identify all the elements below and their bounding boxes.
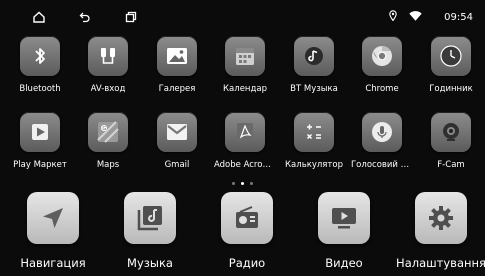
dock-label: Налаштування [396, 256, 485, 270]
app-label: Maps [96, 160, 120, 170]
app-f-cam[interactable]: F-Cam [421, 112, 481, 184]
app-gmail[interactable]: Gmail [147, 112, 207, 184]
dock-label: Радио [228, 256, 266, 270]
play-store-icon [20, 112, 60, 152]
app-voice-search[interactable]: Голосовий пошук [351, 112, 413, 184]
back-icon[interactable] [76, 8, 94, 26]
dock-label: Музыка [127, 256, 173, 270]
maps-icon: G [88, 112, 128, 152]
recent-apps-icon[interactable] [122, 8, 140, 26]
bt-music-icon [294, 36, 334, 76]
app-maps[interactable]: G Maps [78, 112, 138, 184]
page-dot[interactable] [232, 182, 235, 185]
app-clock[interactable]: Годинник [421, 36, 481, 108]
dock-music[interactable]: Музыка [107, 192, 193, 276]
app-av-input[interactable]: AV-вход [78, 36, 138, 108]
calculator-icon [294, 112, 334, 152]
camera-icon [431, 112, 471, 152]
app-label: F-Cam [437, 160, 465, 170]
chrome-icon [362, 36, 402, 76]
app-grid: Bluetooth AV-вход Галерея Календар BT Му… [0, 36, 485, 184]
app-label: Годинник [429, 84, 473, 94]
app-label: Калькулятор [285, 160, 343, 170]
dock-label: Навигация [20, 256, 86, 270]
app-calendar[interactable]: Календар [215, 36, 275, 108]
app-label: Adobe Acrobat [214, 160, 276, 170]
dock-radio[interactable]: Радио [204, 192, 290, 276]
page-dot-active[interactable] [241, 182, 244, 185]
app-label: Календар [223, 84, 267, 94]
app-chrome[interactable]: Chrome [352, 36, 412, 108]
app-adobe-acrobat[interactable]: Adobe Acrobat [214, 112, 276, 184]
app-label: BT Музыка [290, 84, 338, 94]
app-label: Bluetooth [19, 84, 61, 94]
home-screen: 09:54 Bluetooth AV-вход Галерея Календар… [0, 0, 485, 276]
av-input-icon [88, 36, 128, 76]
app-bluetooth[interactable]: Bluetooth [10, 36, 70, 108]
clock-icon [431, 36, 471, 76]
video-icon [318, 192, 370, 244]
app-label: Галерея [158, 84, 196, 94]
gmail-icon [157, 112, 197, 152]
dock-settings[interactable]: Налаштування [396, 192, 485, 276]
music-icon [124, 192, 176, 244]
app-label: AV-вход [90, 84, 126, 94]
voice-search-icon [362, 112, 402, 152]
adobe-acrobat-icon [225, 112, 265, 152]
location-icon [389, 10, 397, 24]
page-indicator [232, 182, 253, 185]
app-gallery[interactable]: Галерея [147, 36, 207, 108]
navigation-icon [27, 192, 79, 244]
calendar-icon [225, 36, 265, 76]
page-dot[interactable] [250, 182, 253, 185]
clock-time: 09:54 [444, 11, 473, 23]
dock-label: Видео [325, 256, 363, 270]
dock-video[interactable]: Видео [301, 192, 387, 276]
settings-icon [415, 192, 467, 244]
svg-text:G: G [102, 126, 106, 132]
app-play-store[interactable]: Play Маркет [10, 112, 70, 184]
dock-navigation[interactable]: Навигация [10, 192, 96, 276]
dock: Навигация Музыка Радио Видео Налаштуванн… [0, 192, 485, 276]
app-label: Голосовий пошук [351, 160, 413, 170]
home-icon[interactable] [30, 8, 48, 26]
app-label: Chrome [365, 84, 399, 94]
app-calculator[interactable]: Калькулятор [284, 112, 344, 184]
bluetooth-icon [20, 36, 60, 76]
app-label: Gmail [164, 160, 190, 170]
status-bar: 09:54 [0, 0, 485, 34]
app-bt-music[interactable]: BT Музыка [284, 36, 344, 108]
gallery-icon [157, 36, 197, 76]
radio-icon [221, 192, 273, 244]
app-label: Play Маркет [13, 160, 67, 170]
wifi-icon [409, 10, 422, 24]
